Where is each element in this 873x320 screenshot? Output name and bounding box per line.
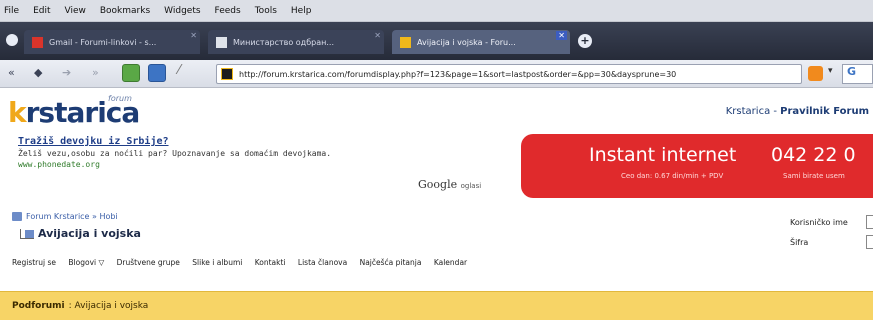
menu-feeds[interactable]: Feeds [215,6,241,16]
forum-nav-links: Registruj se Blogovi ▽ Društvene grupe S… [12,258,477,267]
url-text: http://forum.krstarica.com/forumdisplay.… [239,69,677,79]
nav-faq[interactable]: Najčešća pitanja [360,258,422,267]
logo-letter: k [8,96,27,129]
gmail-icon [32,36,43,48]
menu-view[interactable]: View [65,6,86,16]
breadcrumb-link[interactable]: Forum Krstarice » Hobi [26,212,118,221]
instant-internet-banner[interactable]: Instant internet Ceo dan: 0.67 din/min +… [521,134,873,198]
tab-ministry[interactable]: Министарство одбран... ✕ [208,30,384,54]
password-input[interactable] [866,235,873,249]
page-title: Avijacija i vojska [20,227,141,240]
logo-subtitle: forum [108,94,132,103]
header-links: Krstarica - Pravilnik Forum [726,106,869,117]
banner-note: Sami birate usem [783,172,845,180]
banner-subtitle: Ceo dan: 0.67 din/min + PDV [621,172,724,180]
nav-register[interactable]: Registruj se [12,258,56,267]
menu-bookmarks[interactable]: Bookmarks [100,6,150,16]
menu-edit[interactable]: Edit [33,6,50,16]
search-field[interactable]: G [842,64,873,84]
rss-icon[interactable] [808,66,823,81]
subforum-value[interactable]: : Avijacija i vojska [69,301,149,311]
navigation-bar: « ◆ ➔ » ⁄ http://forum.krstarica.com/for… [0,60,873,88]
nav-albums[interactable]: Slike i albumi [192,258,242,267]
menu-bar: File Edit View Bookmarks Widgets Feeds T… [0,0,873,22]
username-input[interactable] [866,215,873,229]
breadcrumb: Forum Krstarice » Hobi [12,212,118,221]
menu-help[interactable]: Help [291,6,312,16]
rewind-icon[interactable]: « [8,66,15,79]
google-logo-text: Google [418,178,458,191]
tab-label: Gmail - Forumi-linkovi - s... [49,37,157,47]
tab-bar: Gmail - Forumi-linkovi - s... ✕ Министар… [0,22,873,60]
forum-icon [12,212,22,221]
close-icon[interactable]: ✕ [190,31,197,40]
forward-icon[interactable]: ➔ [62,66,71,79]
ad-title-link[interactable]: Tražiš devojku iz Srbije? [18,136,508,147]
nav-groups[interactable]: Društvene grupe [117,258,180,267]
home-icon[interactable] [148,64,166,82]
back-icon[interactable]: ◆ [34,66,42,79]
login-form: Korisničko ime Šifra [790,212,873,252]
rules-link[interactable]: Pravilnik Forum [780,106,869,117]
forum-title-text: Avijacija i vojska [38,227,141,240]
subforum-bar: Podforumi : Avijacija i vojska [0,291,873,320]
password-label: Šifra [790,237,809,247]
web-page: krstarica forum Krstarica - Pravilnik Fo… [0,88,873,320]
fast-forward-icon[interactable]: » [92,66,99,79]
new-tab-button[interactable]: + [578,34,592,48]
site-link[interactable]: Krstarica - [726,106,780,117]
krstarica-icon [400,36,411,48]
close-icon[interactable]: ✕ [556,31,567,40]
google-ads-sub: oglasi [460,182,482,190]
tab-label: Avijacija i vojska - Foru... [417,37,516,47]
subforum-label: Podforumi [12,301,65,311]
nav-members[interactable]: Lista članova [298,258,347,267]
close-icon[interactable]: ✕ [374,31,381,40]
nav-contacts[interactable]: Kontakti [255,258,286,267]
banner-title: Instant internet [589,144,737,166]
menu-widgets[interactable]: Widgets [164,6,200,16]
search-engine-letter: G [847,65,857,78]
google-ads-label[interactable]: Google oglasi [418,178,481,191]
nav-calendar[interactable]: Kalendar [434,258,467,267]
menu-file[interactable]: File [4,6,19,16]
address-bar[interactable]: http://forum.krstarica.com/forumdisplay.… [216,64,802,84]
tab-gmail[interactable]: Gmail - Forumi-linkovi - s... ✕ [24,30,200,54]
username-label: Korisničko ime [790,217,848,227]
chevron-down-icon[interactable]: ▾ [828,66,833,76]
site-favicon-icon [221,68,233,80]
folder-icon [20,228,34,239]
tab-label: Министарство одбран... [233,37,334,47]
menu-tools[interactable]: Tools [255,6,277,16]
panel-toggle-icon[interactable] [6,34,18,46]
banner-phone: 042 22 0 [771,144,856,166]
nav-blogs[interactable]: Blogovi ▽ [68,258,104,267]
ad-url[interactable]: www.phonedate.org [18,160,508,169]
ad-description: Želiš vezu,osobu za noćili par? Upoznava… [18,149,332,158]
reload-icon[interactable] [122,64,140,82]
page-icon [216,36,227,48]
edit-icon[interactable]: ⁄ [178,63,180,78]
tab-avijacija[interactable]: Avijacija i vojska - Foru... ✕ [392,30,570,54]
